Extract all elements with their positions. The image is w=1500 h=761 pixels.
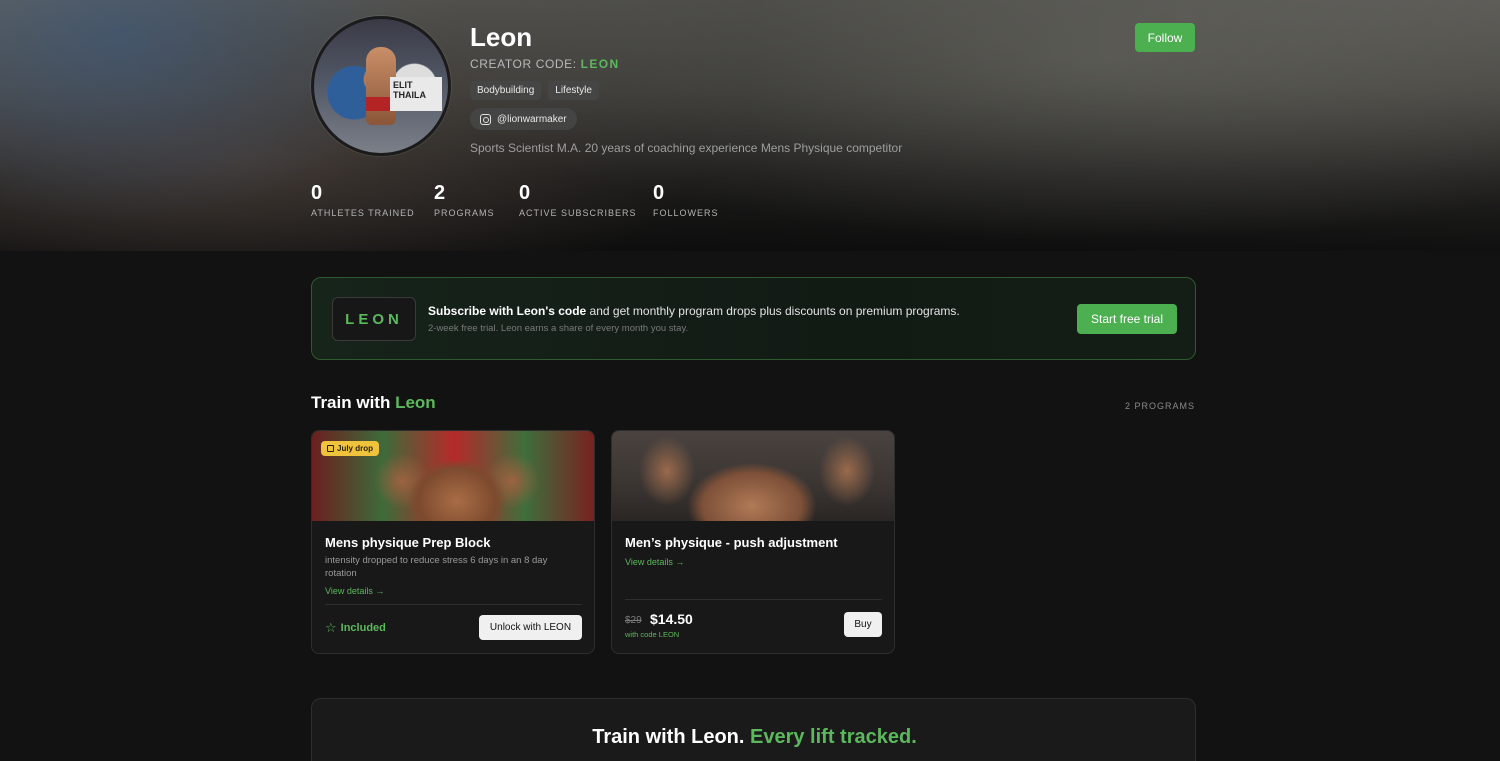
july-drop-badge: July drop: [321, 441, 380, 456]
instagram-handle: @lionwarmaker: [497, 113, 567, 125]
cta-title: Train with Leon. Every lift tracked.: [312, 726, 1197, 749]
program-description: intensity dropped to reduce stress 6 day…: [325, 555, 548, 579]
avatar-sign: ELIT THAILA: [390, 77, 442, 111]
view-details-link[interactable]: View details →: [625, 557, 684, 567]
included-label: Included: [340, 621, 386, 634]
stat-label: ATHLETES TRAINED: [311, 208, 415, 218]
badge-label: July drop: [337, 444, 374, 453]
cta-title-accent: Every lift tracked.: [744, 726, 917, 748]
creator-code-label: CREATOR CODE:: [470, 57, 577, 71]
card-divider: [325, 604, 582, 605]
card-divider: [625, 599, 882, 600]
stat-value: 0: [653, 182, 665, 204]
program-title: Men’s physique - push adjustment: [625, 535, 838, 550]
stat-label: ACTIVE SUBSCRIBERS: [519, 208, 637, 218]
programs-section-title: Train with Leon: [311, 393, 436, 413]
stat-label: FOLLOWERS: [653, 208, 719, 218]
program-image: [612, 431, 894, 521]
program-card[interactable]: July drop Mens physique Prep Block inten…: [311, 430, 595, 654]
profile-bio: Sports Scientist M.A. 20 years of coachi…: [470, 141, 903, 155]
included-indicator: ☆ Included: [325, 621, 386, 634]
discounted-price: $14.50: [650, 611, 693, 627]
tag-lifestyle[interactable]: Lifestyle: [548, 81, 599, 100]
buy-button[interactable]: Buy: [844, 612, 882, 637]
bottom-cta-panel: Train with Leon. Every lift tracked.: [311, 698, 1196, 761]
avatar: ELIT THAILA: [311, 16, 451, 156]
stat-programs: 2 PROGRAMS: [434, 182, 495, 218]
stat-athletes-trained: 0 ATHLETES TRAINED: [311, 182, 415, 218]
promo-code-box: LEON: [332, 297, 416, 341]
follow-button[interactable]: Follow: [1135, 23, 1195, 52]
tag-bodybuilding[interactable]: Bodybuilding: [470, 81, 542, 100]
section-title-accent: Leon: [395, 393, 436, 412]
programs-count: 2 PROGRAMS: [1124, 401, 1195, 411]
creator-code: CREATOR CODE: LEON: [470, 57, 620, 71]
stat-value: 0: [519, 182, 531, 204]
program-title: Mens physique Prep Block: [325, 535, 491, 550]
stat-value: 0: [311, 182, 323, 204]
promo-headline-bold: Subscribe with Leon's code: [428, 304, 587, 318]
promo-headline: Subscribe with Leon's code and get month…: [428, 304, 960, 318]
stat-label: PROGRAMS: [434, 208, 495, 218]
promo-subtext: 2-week free trial. Leon earns a share of…: [428, 323, 689, 334]
tag-list: Bodybuilding Lifestyle: [470, 81, 599, 100]
instagram-link[interactable]: @lionwarmaker: [470, 108, 577, 130]
original-price: $29: [625, 615, 642, 626]
cta-title-main: Train with Leon.: [592, 726, 745, 748]
price-code-note: with code LEON: [625, 630, 680, 639]
stat-active-subscribers: 0 ACTIVE SUBSCRIBERS: [519, 182, 637, 218]
subscribe-promo-banner: LEON Subscribe with Leon's code and get …: [311, 277, 1196, 360]
unlock-with-code-button[interactable]: Unlock with LEON: [479, 615, 582, 640]
section-title-prefix: Train with: [311, 393, 396, 412]
profile-name: Leon: [470, 22, 533, 52]
program-card[interactable]: Men’s physique - push adjustment View de…: [611, 430, 895, 654]
star-outline-icon: ☆: [325, 620, 337, 635]
stat-value: 2: [434, 182, 446, 204]
view-details-link[interactable]: View details →: [325, 586, 384, 596]
instagram-icon: [480, 113, 491, 125]
program-image: July drop: [312, 431, 594, 521]
profile-hero-banner: ELIT THAILA Leon CREATOR CODE: LEON Body…: [0, 0, 1500, 251]
gift-icon: [327, 445, 334, 452]
start-free-trial-button[interactable]: Start free trial: [1077, 304, 1177, 334]
promo-headline-rest: and get monthly program drops plus disco…: [586, 304, 960, 318]
creator-code-value: LEON: [580, 57, 620, 71]
stat-followers: 0 FOLLOWERS: [653, 182, 719, 218]
